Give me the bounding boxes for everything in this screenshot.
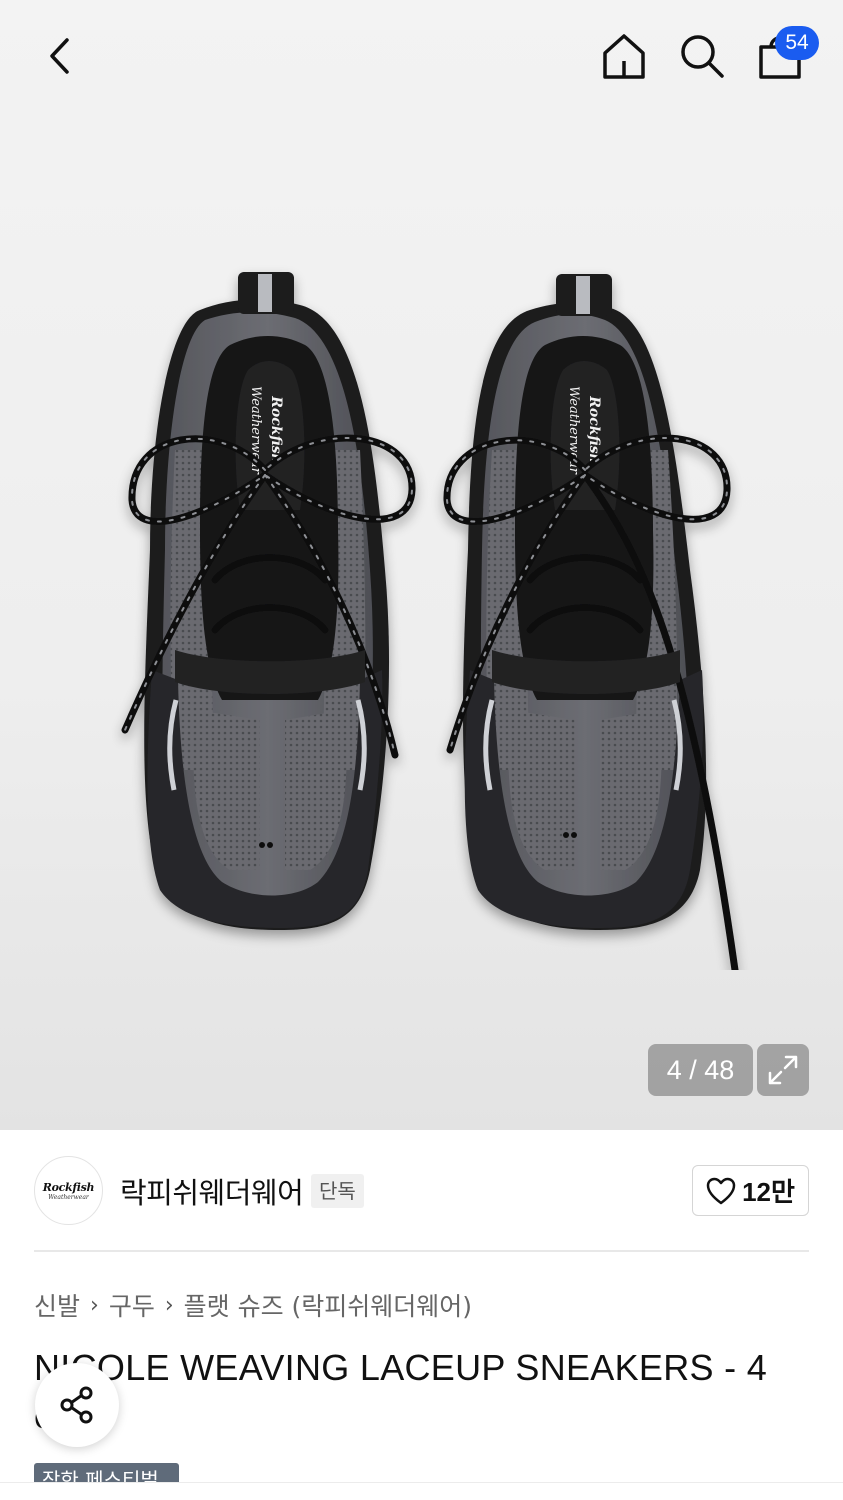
left-shoe: Rockfish Weatherwear [121, 272, 416, 930]
chevron-right-icon: › [90, 1292, 99, 1318]
bottom-edge [0, 1482, 843, 1500]
home-button[interactable] [596, 28, 652, 84]
search-button[interactable] [674, 28, 730, 84]
expand-icon [768, 1055, 798, 1085]
top-navigation-bar: 54 [0, 0, 843, 110]
right-shoe: Rockfish Weatherwear [443, 274, 739, 970]
heart-icon [706, 1177, 736, 1204]
expand-image-button[interactable] [757, 1044, 809, 1096]
home-icon [603, 34, 645, 79]
brand-row: Rockfish Weatherwear 락피쉬웨더웨어 단독 12만 [0, 1130, 843, 1252]
cart-count-badge: 54 [775, 26, 819, 60]
like-count: 12만 [742, 1177, 795, 1207]
like-button[interactable]: 12만 [692, 1165, 809, 1216]
brand-name[interactable]: 락피쉬웨더웨어 [120, 1170, 304, 1212]
product-image: Rockfish Weatherwear Rockfish Weatherwea… [121, 272, 739, 970]
brand-logo[interactable]: Rockfish Weatherwear [34, 1156, 103, 1225]
breadcrumb: 신발 › 구두 › 플랫 슈즈 (락피쉬웨더웨어) [34, 1288, 472, 1322]
breadcrumb-item[interactable]: 플랫 슈즈 (락피쉬웨더웨어) [184, 1287, 472, 1323]
image-counter: 4 / 48 [648, 1044, 753, 1096]
search-icon [681, 35, 724, 78]
product-image-gallery[interactable]: Rockfish Weatherwear Rockfish Weatherwea… [0, 0, 843, 1130]
breadcrumb-item[interactable]: 신발 [34, 1287, 80, 1323]
share-button[interactable] [35, 1363, 119, 1447]
exclusive-badge: 단독 [311, 1174, 364, 1208]
share-icon [60, 1386, 93, 1424]
chevron-right-icon: › [164, 1292, 174, 1318]
breadcrumb-item[interactable]: 구두 [109, 1287, 155, 1323]
product-title: NICOLE WEAVING LACEUP SNEAKERS - 4 color [34, 1347, 768, 1436]
divider [34, 1250, 809, 1252]
back-button[interactable] [30, 30, 90, 82]
insole-brand-right: Rockfish [586, 395, 602, 463]
chevron-left-icon [50, 38, 69, 74]
